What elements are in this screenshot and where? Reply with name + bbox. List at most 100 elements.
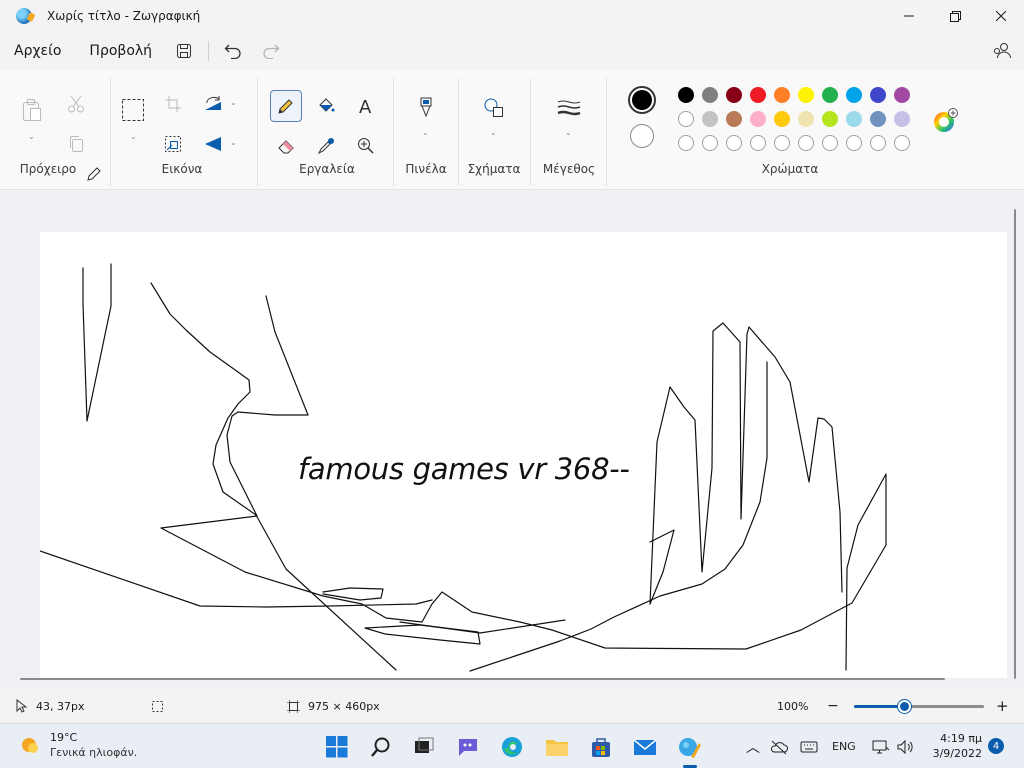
ribbon: ⌄ Πρόχειρο ⌄ ⌄ ⌄ Εικόνα A Εργαλεία ⌄ Πιν… (0, 70, 1024, 190)
color-swatch[interactable] (726, 135, 742, 151)
chevron-down-icon: ⌄ (230, 138, 237, 147)
fill-bucket-icon (319, 98, 335, 112)
color1-selector[interactable] (628, 86, 656, 114)
zoom-in-button[interactable]: + (996, 689, 1009, 723)
color-swatch[interactable] (774, 111, 790, 127)
text-icon: A (359, 97, 372, 115)
color-swatch[interactable] (750, 87, 766, 103)
fill-tool[interactable] (310, 90, 342, 122)
notification-badge[interactable]: 4 (988, 738, 1004, 754)
redo-button[interactable] (257, 37, 285, 65)
drawing-canvas[interactable]: famous games vr 368-- (40, 232, 1007, 678)
pencil-tool[interactable] (270, 90, 302, 122)
paste-icon (23, 99, 41, 121)
vertical-scrollbar[interactable] (1014, 209, 1016, 679)
color-swatch[interactable] (822, 87, 838, 103)
color-swatch[interactable] (750, 111, 766, 127)
menu-file[interactable]: Αρχείο (14, 43, 61, 59)
chat-icon (459, 739, 477, 756)
color-swatch[interactable] (894, 111, 910, 127)
start-button[interactable] (323, 733, 351, 761)
paint-taskbar-button[interactable] (675, 733, 703, 761)
eraser-tool[interactable] (270, 130, 302, 162)
color-swatch[interactable] (750, 135, 766, 151)
minimize-button[interactable] (886, 0, 932, 32)
mail-button[interactable] (631, 733, 659, 761)
color-swatch[interactable] (870, 135, 886, 151)
clock-date: 3/9/2022 (932, 747, 982, 760)
edit-colors-button[interactable] (932, 108, 958, 134)
zoom-slider[interactable] (854, 700, 984, 713)
color-swatch[interactable] (846, 111, 862, 127)
color-picker-tool[interactable] (310, 130, 342, 162)
color-swatch[interactable] (774, 87, 790, 103)
color-swatch[interactable] (798, 111, 814, 127)
selection-icon (152, 700, 163, 712)
color-swatch[interactable] (870, 111, 886, 127)
menu-separator (208, 41, 210, 61)
zoom-slider-thumb[interactable] (898, 700, 911, 713)
maximize-button[interactable] (932, 0, 978, 32)
status-bar: 43, 37px 975 × 460px 100% − + (0, 689, 1024, 723)
color-swatch[interactable] (702, 135, 718, 151)
resize-button[interactable] (157, 128, 189, 160)
shapes-button[interactable] (478, 92, 510, 124)
chevron-down-icon: ⌄ (230, 98, 237, 107)
color-swatch[interactable] (678, 135, 694, 151)
color-swatch[interactable] (894, 135, 910, 151)
scissors-icon (68, 95, 84, 113)
clock[interactable]: 4:19 πμ 3/9/2022 (928, 731, 982, 761)
canvas-size-icon (287, 699, 300, 713)
color-swatch[interactable] (822, 111, 838, 127)
color-swatch[interactable] (774, 135, 790, 151)
color-swatch[interactable] (822, 135, 838, 151)
weather-widget[interactable]: 19°C Γενικά ηλιοφάν. (18, 730, 137, 760)
zoom-percent[interactable]: 100% (777, 689, 808, 723)
rotate-button[interactable] (197, 88, 229, 120)
brush-icon (420, 97, 432, 118)
chevron-up-icon[interactable]: ︿ (746, 737, 760, 757)
task-view-button[interactable] (410, 733, 438, 761)
save-button[interactable] (170, 37, 198, 65)
crop-button[interactable] (157, 88, 189, 120)
color-swatch[interactable] (870, 87, 886, 103)
color-swatch[interactable] (702, 87, 718, 103)
copy-button[interactable] (60, 128, 92, 160)
color-swatch[interactable] (678, 87, 694, 103)
brushes-button[interactable] (410, 92, 442, 124)
color-swatch[interactable] (726, 111, 742, 127)
edge-button[interactable] (498, 733, 526, 761)
cut-button[interactable] (60, 88, 92, 120)
color-swatch[interactable] (678, 111, 694, 127)
horizontal-scrollbar[interactable] (20, 678, 945, 680)
color-swatch[interactable] (726, 87, 742, 103)
magnifier-tool[interactable] (350, 130, 382, 162)
size-label: Μέγεθος (542, 162, 596, 176)
chat-button[interactable] (454, 733, 482, 761)
language-indicator[interactable]: ENG (832, 740, 856, 753)
store-button[interactable] (587, 733, 615, 761)
file-explorer-button[interactable] (543, 733, 571, 761)
canvas-size-text: 975 × 460px (308, 699, 380, 713)
share-button[interactable] (990, 38, 1014, 62)
size-button[interactable] (553, 92, 585, 124)
color-swatch[interactable] (798, 135, 814, 151)
color-swatch[interactable] (798, 87, 814, 103)
paste-button[interactable] (16, 94, 48, 126)
text-tool[interactable]: A (350, 90, 382, 122)
menu-view[interactable]: Προβολή (89, 43, 152, 59)
chevron-down-icon: ⌄ (422, 128, 429, 137)
color-swatch[interactable] (894, 87, 910, 103)
undo-button[interactable] (219, 37, 247, 65)
account-icon (994, 43, 1011, 59)
color-swatch[interactable] (846, 135, 862, 151)
search-button[interactable] (367, 733, 395, 761)
save-icon (177, 44, 192, 58)
color2-selector[interactable] (630, 124, 654, 148)
color-swatch[interactable] (702, 111, 718, 127)
color-swatch[interactable] (846, 87, 862, 103)
flip-button[interactable] (197, 128, 229, 160)
close-button[interactable] (978, 0, 1024, 32)
zoom-out-button[interactable]: − (827, 689, 839, 723)
select-button[interactable] (117, 94, 149, 126)
